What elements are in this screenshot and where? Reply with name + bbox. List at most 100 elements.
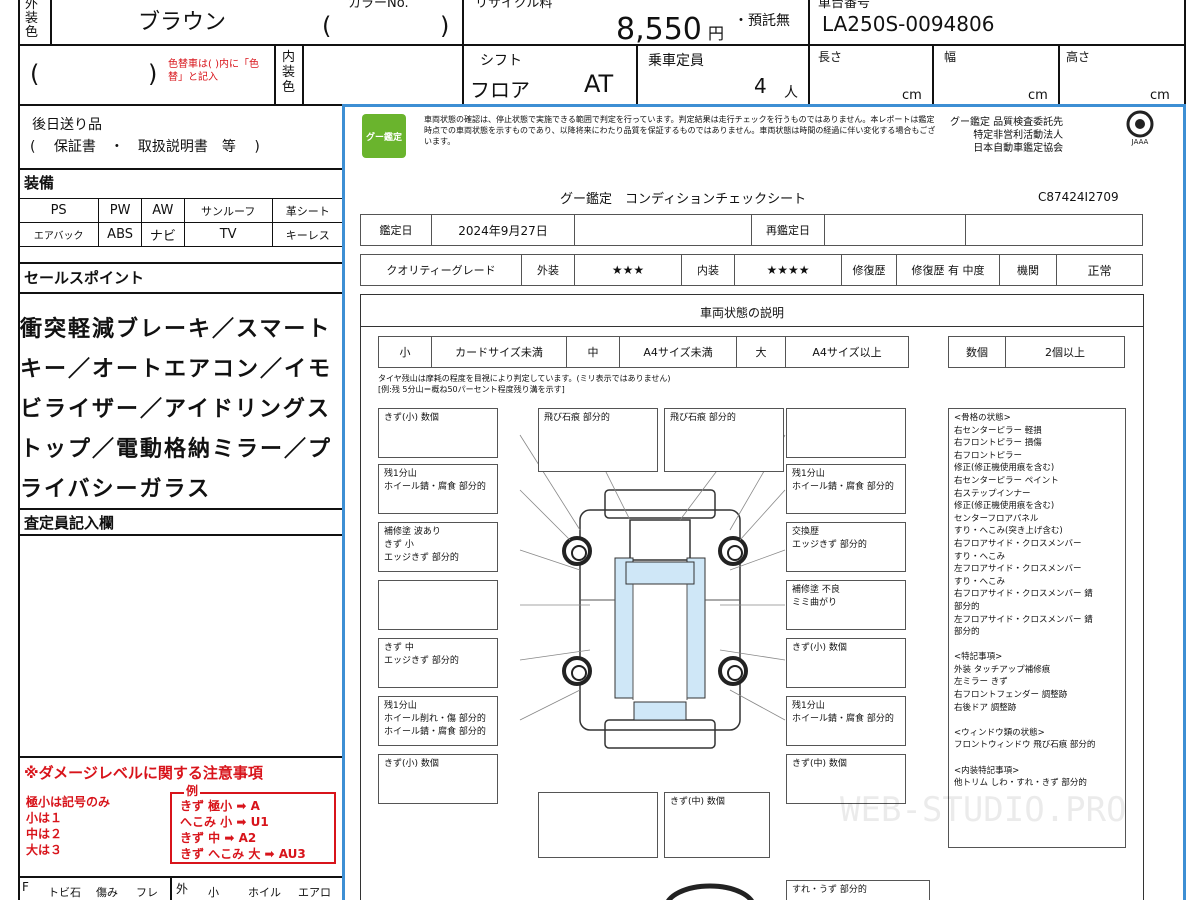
damage-note: 中は２ xyxy=(26,827,63,841)
note-open: ( xyxy=(30,60,40,88)
equipment-ps: PS xyxy=(17,198,100,223)
condition-title: 車両状態の説明 xyxy=(700,306,785,320)
damage-section xyxy=(18,756,344,758)
damage-card-top: 飛び石痕 部分的 xyxy=(538,408,658,472)
later-items-label: 後日送り品 xyxy=(32,117,102,133)
bottom-cell-small: 小 xyxy=(208,886,219,899)
shift-transmission: AT xyxy=(584,70,614,98)
equipment-navi: ナビ xyxy=(140,222,185,247)
watermark: WEB-STUDIO.PRO xyxy=(840,790,1127,830)
damage-card-bottom-right: すれ・うず 部分的 xyxy=(786,880,930,900)
sales-line: キー／オートエアコン／イモ xyxy=(20,357,333,382)
size-large-label: 大 xyxy=(736,336,786,368)
exterior-color-value: ブラウン xyxy=(138,10,227,35)
org-line: グー鑑定 品質検査委託先 xyxy=(950,117,1064,128)
example-line: きず 極小 ➡ A xyxy=(180,799,260,813)
recycle-cell xyxy=(462,0,464,46)
width-cell xyxy=(932,44,934,106)
width-unit: cm xyxy=(1028,88,1048,103)
exterior-grade-label: 外装 xyxy=(521,254,575,286)
color-change-note: 色替車は( )内に「色替」と記入 xyxy=(168,59,259,83)
damage-card-bottom-left xyxy=(538,792,658,858)
damage-card-left: 補修塗 波あり きず 小 エッジきず 部分的 xyxy=(378,522,498,572)
equipment-label: 装備 xyxy=(24,174,55,192)
chassis-label: 車台番号 xyxy=(818,0,871,11)
sales-divider xyxy=(18,292,344,294)
tire-note-2: [例:残 5分山＝概ね50パーセント程度残り溝を示す] xyxy=(378,385,565,394)
interior-cell xyxy=(274,44,276,106)
appraisal-date: 2024年9月27日 xyxy=(431,214,575,246)
size-small-label: 小 xyxy=(378,336,432,368)
equipment-row: PS PW AW サンルーフ 革シート xyxy=(17,198,345,223)
size-mid: A4サイズ未満 xyxy=(619,336,737,368)
equipment-sunroof: サンルーフ xyxy=(183,198,273,223)
jaaa-emblem-icon xyxy=(1126,110,1154,138)
bottom-cell-gai: 外 xyxy=(176,882,189,896)
sales-point-label: セールスポイント xyxy=(24,269,145,287)
color-no-label: カラーNo. xyxy=(348,0,409,11)
appraiser-section xyxy=(18,508,344,510)
org-line: 特定非営利活動法人 xyxy=(973,130,1064,141)
damage-card-right: 残1分山 ホイール錆・腐食 部分的 xyxy=(786,696,906,746)
damage-card-left: きず 中 エッジきず 部分的 xyxy=(378,638,498,688)
appraiser-label: 査定員記入欄 xyxy=(24,514,115,532)
deposit-status: ・預託無 xyxy=(734,13,790,29)
example-line: きず へこみ 大 ➡ AU3 xyxy=(180,847,306,861)
steering-wheel-icon xyxy=(665,883,755,900)
width-label: 幅 xyxy=(944,50,957,64)
length-label: 長さ xyxy=(818,50,843,64)
shift-cell xyxy=(462,44,464,106)
chassis-number: LA250S-0094806 xyxy=(822,12,995,36)
tire-note-1: タイヤ残山は摩耗の程度を目視により判定しています。(ミリ表示ではありません) xyxy=(378,374,671,383)
exterior-color-label: 外装色 xyxy=(25,0,39,40)
damage-card-right xyxy=(786,408,906,458)
sales-line: ビライザー／アイドリングス xyxy=(20,397,331,422)
equipment-leather-seat: 革シート xyxy=(271,198,345,223)
interior-color-label: 内装色 xyxy=(282,50,296,95)
damage-card-left: きず(小) 数個 xyxy=(378,408,498,458)
reappraisal-extra xyxy=(965,214,1143,246)
repair-history-value: 修復歴 有 中度 xyxy=(896,254,1000,286)
appraisal-date-blank xyxy=(574,214,752,246)
bottom-row xyxy=(18,876,344,878)
org-lines: グー鑑定 品質検査委託先 特定非営利活動法人 日本自動車鑑定協会 xyxy=(950,116,1063,155)
damage-card-bottom-center: きず(中) 数個 xyxy=(664,792,770,858)
equipment-tv: TV xyxy=(183,222,273,247)
size-large: A4サイズ以上 xyxy=(785,336,909,368)
damage-card-left: きず(小) 数個 xyxy=(378,754,498,804)
damage-card-right: 交換歴 エッジきず 部分的 xyxy=(786,522,906,572)
damage-notes: 極小は記号のみ 小は１ 中は２ 大は３ xyxy=(26,794,110,858)
length-cell xyxy=(808,44,810,106)
example-label: 例 xyxy=(184,782,201,799)
height-cell xyxy=(1058,44,1060,106)
damage-card-right: きず(小) 数個 xyxy=(786,638,906,688)
jaaa-logo-text: JAAA xyxy=(1131,138,1149,146)
equipment-pw: PW xyxy=(98,198,142,223)
bottom-cell-f: F xyxy=(22,880,29,894)
note-close: ) xyxy=(148,60,158,88)
goo-logo-text: グー鑑定 xyxy=(365,132,402,143)
bottom-cell-itami: 傷み xyxy=(96,886,118,899)
goo-logo: グー鑑定 xyxy=(362,114,406,158)
recycle-amount: 8,550 xyxy=(616,12,702,47)
appraisal-date-label: 鑑定日 xyxy=(360,214,432,246)
damage-card-right: 残1分山 ホイール錆・腐食 部分的 xyxy=(786,464,906,514)
example-line: へこみ 小 ➡ U1 xyxy=(180,815,269,829)
reappraisal-label: 再鑑定日 xyxy=(751,214,825,246)
damage-card-left xyxy=(378,580,498,630)
bottom-cell-fure: フレ xyxy=(136,886,158,899)
repair-history-label: 修復歴 xyxy=(841,254,897,286)
sales-point-text: 衝突軽減ブレーキ／スマート キー／オートエアコン／イモ ビライザー／アイドリング… xyxy=(20,310,342,510)
sales-section xyxy=(18,262,344,264)
sales-line: トップ／電動格納ミラー／プ xyxy=(20,437,333,462)
sales-line: ライバシーガラス xyxy=(20,477,212,502)
size-mid-label: 中 xyxy=(566,336,620,368)
equipment-keyless: キーレス xyxy=(271,222,345,247)
length-unit: cm xyxy=(902,88,922,103)
condition-title-divider xyxy=(360,326,1144,327)
damage-title: ※ダメージレベルに関する注意事項 xyxy=(24,764,263,782)
count-value: 2個以上 xyxy=(1005,336,1125,368)
capacity-cell xyxy=(636,44,638,106)
shift-type: フロア xyxy=(470,78,530,102)
engine-label: 機関 xyxy=(999,254,1057,286)
